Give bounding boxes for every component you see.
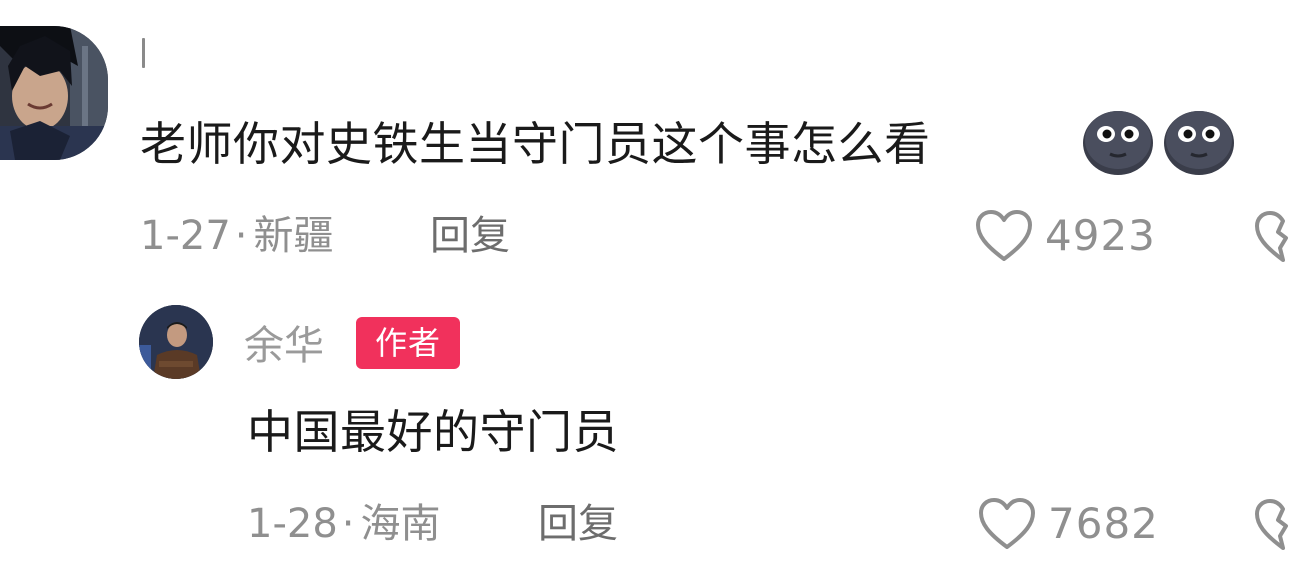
author-avatar[interactable]: [139, 305, 213, 379]
author-username[interactable]: 余华: [244, 318, 324, 374]
comment-location: 新疆: [253, 213, 334, 259]
like-button[interactable]: 4923: [975, 208, 1156, 264]
separator-dot: ·: [341, 501, 355, 547]
dark-face-emoji: [1163, 110, 1235, 176]
comment-date: 1-27: [140, 213, 231, 259]
dark-face-emoji: [1082, 110, 1154, 176]
like-count: 4923: [1045, 211, 1156, 260]
broken-heart-icon[interactable]: [1254, 210, 1290, 264]
reply-location: 海南: [360, 501, 441, 547]
username-cursor: [142, 38, 145, 68]
reply-meta: 1-28 · 海南: [247, 496, 441, 552]
reply-button[interactable]: 回复: [538, 496, 618, 552]
commenter-avatar[interactable]: [0, 26, 108, 160]
comment-meta: 1-27 · 新疆: [140, 208, 334, 264]
reply-date: 1-28: [247, 501, 338, 547]
author-badge: 作者: [356, 317, 460, 369]
reply-text: 中国最好的守门员: [247, 405, 619, 459]
heart-outline-icon[interactable]: [975, 209, 1033, 263]
reply-button[interactable]: 回复: [430, 208, 510, 264]
heart-outline-icon[interactable]: [978, 497, 1036, 551]
like-button[interactable]: 7682: [978, 496, 1159, 552]
comment-text: 老师你对史铁生当守门员这个事怎么看: [140, 117, 931, 171]
like-count: 7682: [1048, 499, 1159, 548]
comment-thread: 老师你对史铁生当守门员这个事怎么看 1-27 · 新疆 回复 4923 余华 作…: [0, 0, 1290, 569]
broken-heart-icon[interactable]: [1254, 498, 1290, 552]
separator-dot: ·: [234, 213, 248, 259]
